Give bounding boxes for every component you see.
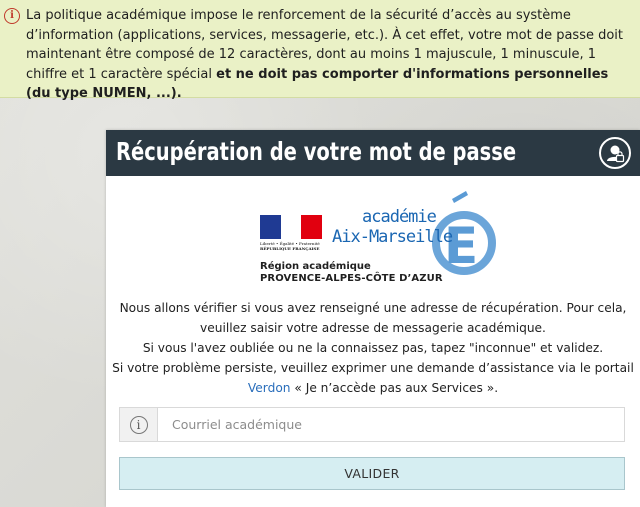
republique-text: RÉPUBLIQUE FRANÇAISE bbox=[260, 246, 320, 251]
info-line-5: Verdon « Je n’accède pas aux Services ». bbox=[106, 378, 640, 398]
academie-logo: Liberté • Égalité • Fraternité RÉPUBLIQU… bbox=[256, 185, 496, 285]
card-header: Récupération de votre mot de passe bbox=[106, 130, 640, 176]
region-label: Région académique bbox=[260, 261, 371, 272]
info-line-4: Si votre problème persiste, veuillez exp… bbox=[112, 361, 634, 375]
info-line-3: Si vous l'avez oubliée ou ne la connaiss… bbox=[142, 341, 604, 355]
email-input-group: i bbox=[119, 407, 625, 442]
info-circle-icon: i bbox=[4, 8, 20, 24]
security-policy-alert: i La politique académique impose le renf… bbox=[0, 0, 640, 101]
info-line-2: veuillez saisir votre adresse de message… bbox=[200, 321, 546, 335]
email-field[interactable] bbox=[158, 408, 624, 441]
input-addon: i bbox=[120, 408, 158, 441]
page-title: Récupération de votre mot de passe bbox=[116, 137, 517, 166]
valider-button[interactable]: VALIDER bbox=[119, 457, 625, 490]
password-recovery-card: Récupération de votre mot de passe Liber… bbox=[106, 130, 640, 507]
academie-name: Aix-Marseille bbox=[332, 227, 453, 247]
user-lock-icon bbox=[599, 137, 631, 169]
republique-francaise-logo: Liberté • Égalité • Fraternité RÉPUBLIQU… bbox=[260, 215, 322, 253]
region-name: PROVENCE-ALPES-CÔTE D’AZUR bbox=[260, 273, 443, 284]
info-line-5-text: « Je n’accède pas aux Services ». bbox=[290, 381, 499, 395]
alert-text: La politique académique impose le renfor… bbox=[26, 6, 630, 104]
info-circle-icon: i bbox=[129, 415, 148, 434]
info-line-1: Nous allons vérifier si vous avez rensei… bbox=[119, 301, 627, 315]
flag-icon bbox=[260, 215, 322, 239]
academie-word: académie bbox=[362, 207, 437, 227]
verdon-link[interactable]: Verdon bbox=[248, 381, 291, 395]
info-text: Nous allons vérifier si vous avez rensei… bbox=[106, 298, 640, 398]
